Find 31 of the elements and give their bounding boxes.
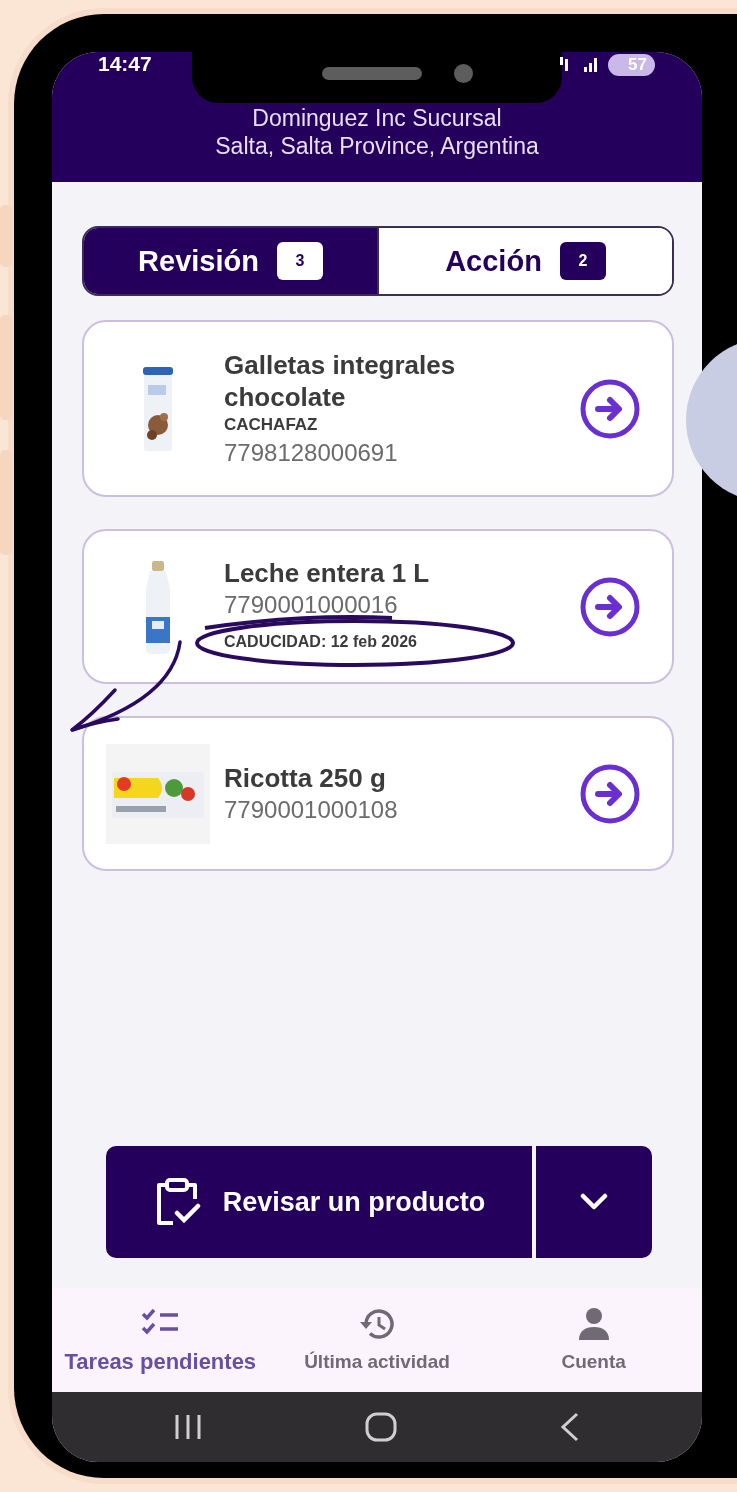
nav-tab[interactable]: Cuenta (485, 1288, 702, 1392)
signal-icon (558, 55, 600, 73)
product-barcode: 7798128000691 (224, 437, 399, 468)
product-name: Leche entera 1 L (224, 556, 431, 589)
checklist-icon (140, 1308, 181, 1336)
count-badge: 3 (276, 242, 323, 280)
status-time: 14:47 (98, 52, 152, 76)
home-icon[interactable] (365, 1412, 397, 1442)
product-name: Galletas integrales chocolate (224, 348, 457, 413)
store-name: Dominguez Inc Sucursal (252, 104, 502, 132)
battery-indicator: 57 (608, 54, 655, 76)
tab[interactable]: Acción 2 (377, 228, 672, 294)
expiry-date: CADUCIDAD: 12 feb 2026 (224, 631, 417, 652)
product-barcode: 7790001000016 (224, 589, 399, 620)
count-badge: 2 (559, 242, 606, 280)
back-icon[interactable] (559, 1412, 581, 1442)
product-brand: CACHAFAZ (224, 413, 319, 436)
person-icon (577, 1307, 610, 1341)
nav-tab[interactable]: Última actividad (268, 1288, 486, 1392)
product-card[interactable]: Ricotta 250 g 7790001000108 (82, 716, 674, 871)
tab[interactable]: Revisión 3 (84, 228, 377, 294)
product-barcode: 7790001000108 (224, 794, 399, 825)
store-location: Salta, Salta Province, Argentina (215, 132, 539, 160)
review-product-button[interactable]: Revisar un producto (106, 1146, 532, 1258)
product-card[interactable]: Galletas integrales chocolate CACHAFAZ 7798128000691 (82, 320, 674, 497)
nav-tab[interactable]: Tareas pendientes (52, 1288, 269, 1392)
recent-apps-icon[interactable] (173, 1413, 203, 1441)
history-icon (358, 1307, 396, 1341)
product-card[interactable]: Leche entera 1 L 7790001000016 CADUCIDAD: 12 feb 2026 (82, 529, 674, 684)
chevron-down-icon (580, 1193, 608, 1211)
product-name: Ricotta 250 g (224, 761, 387, 794)
